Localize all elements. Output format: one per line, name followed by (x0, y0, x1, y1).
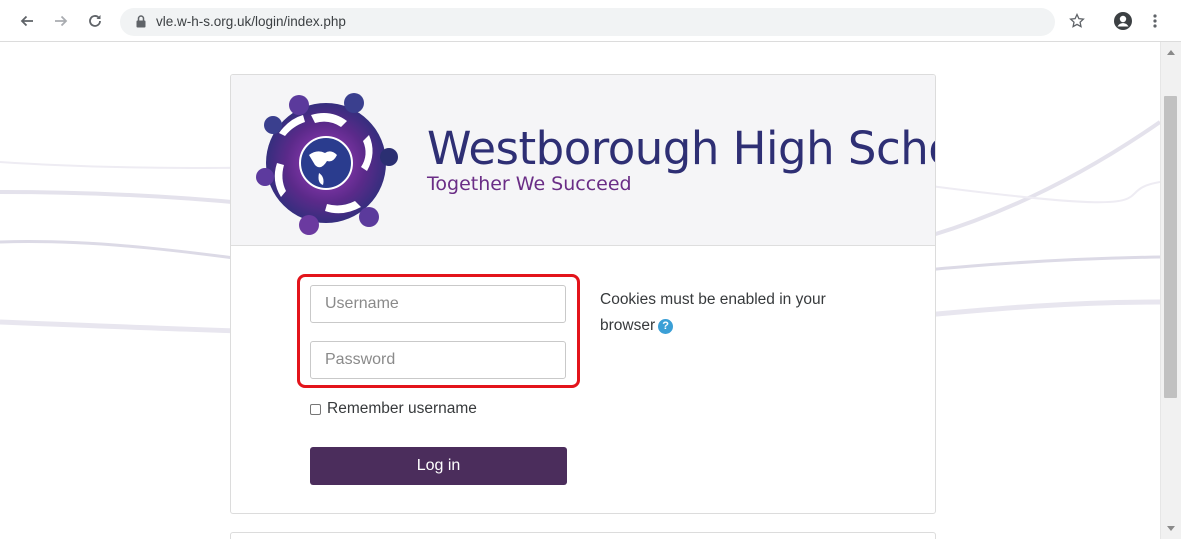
username-input[interactable] (310, 285, 566, 323)
page-scrollbar[interactable] (1160, 42, 1181, 539)
remember-username-checkbox[interactable] (310, 403, 321, 415)
cookies-notice: Cookies must be enabled in your browser? (600, 287, 870, 339)
star-icon[interactable] (1064, 8, 1090, 34)
cookies-notice-text: Cookies must be enabled in your browser (600, 291, 826, 334)
forward-arrow-icon[interactable] (48, 8, 74, 34)
remember-username-label: Remember username (327, 400, 477, 417)
scrollbar-thumb[interactable] (1164, 96, 1177, 398)
scroll-up-icon[interactable] (1161, 44, 1181, 60)
secondary-card (230, 532, 936, 539)
help-icon[interactable]: ? (658, 318, 674, 334)
scroll-down-icon[interactable] (1161, 521, 1181, 537)
login-card-header: Westborough High School Together We Succ… (231, 75, 935, 246)
login-card: Westborough High School Together We Succ… (230, 74, 936, 514)
password-input[interactable] (310, 341, 566, 379)
login-button[interactable]: Log in (310, 447, 567, 485)
remember-username[interactable]: Remember username (310, 400, 477, 418)
reload-icon[interactable] (82, 8, 108, 34)
school-tagline: Together We Succeed (427, 173, 632, 195)
url-text[interactable]: vle.w-h-s.org.uk/login/index.php (156, 14, 346, 29)
kebab-menu-icon[interactable] (1142, 8, 1168, 34)
school-logo (256, 93, 398, 235)
lock-icon[interactable] (136, 15, 146, 33)
back-arrow-icon[interactable] (14, 8, 40, 34)
account-icon[interactable] (1110, 8, 1136, 34)
browser-toolbar: vle.w-h-s.org.uk/login/index.php (0, 0, 1181, 42)
page-viewport: Westborough High School Together We Succ… (0, 42, 1160, 539)
address-bar[interactable]: vle.w-h-s.org.uk/login/index.php (120, 8, 1055, 36)
school-name: Westborough High School (427, 122, 935, 175)
